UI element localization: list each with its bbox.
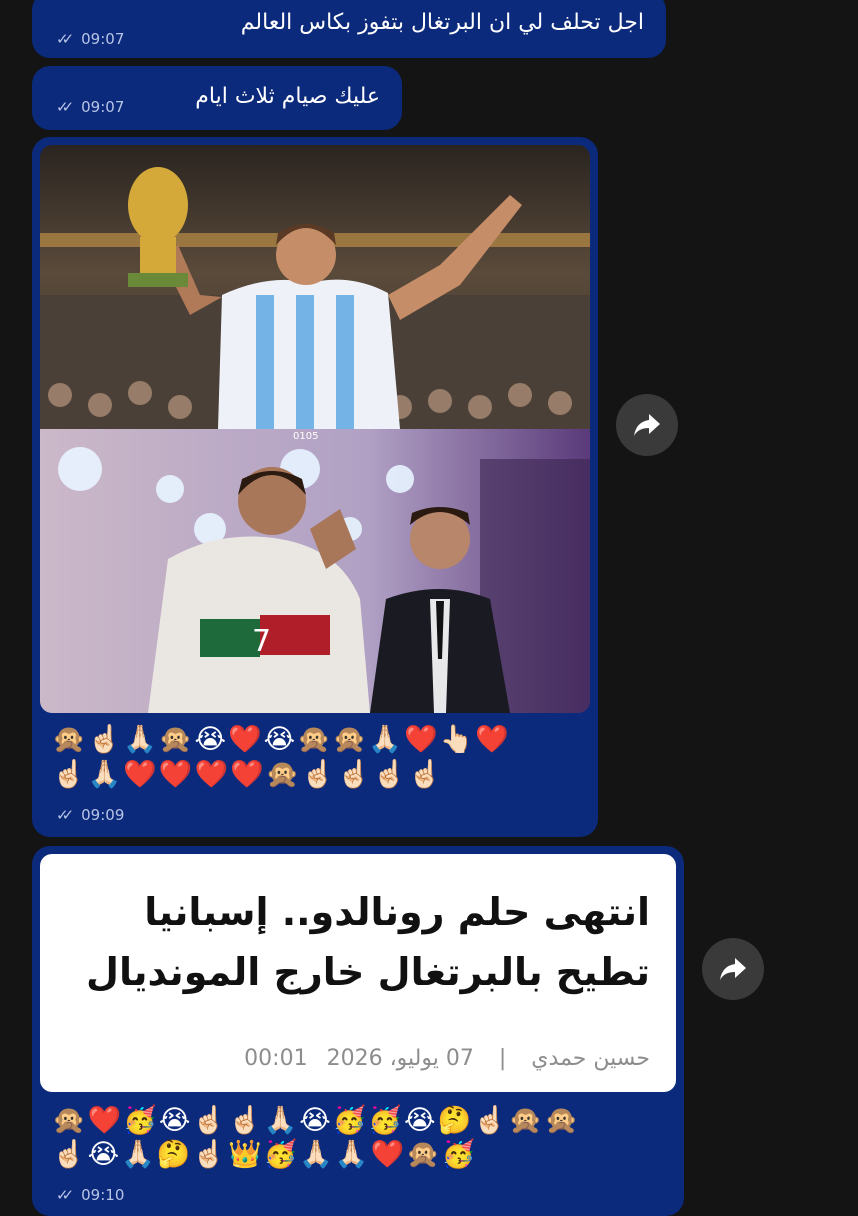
photo-trophy-celebration [40, 145, 590, 429]
jersey-number: 7 [252, 624, 271, 659]
message-photo[interactable]: 7 0105 [40, 145, 590, 713]
photo-message-bubble[interactable]: 7 0105 🙊☝🏻🙏🏻🙊😭❤️😭🙊🙊🙏🏻❤️👆🏻❤️ ☝🏻🙏🏻❤️❤️❤️❤️… [32, 137, 598, 837]
message-bubble-1[interactable]: اجل تحلف لي ان البرتغال بتفوز بكاس العال… [32, 0, 666, 58]
double-check-icon: ✓✓ [56, 806, 74, 824]
forward-arrow-icon [720, 958, 746, 980]
emoji-line: ☝🏻😭🙏🏻🤔☝🏻👑🥳🙏🏻🙏🏻❤️🙊🥳 [52, 1139, 478, 1170]
news-headline-line: تطيح بالبرتغال خارج المونديال [85, 950, 650, 994]
emoji-line: 🙊❤️🥳😭☝🏻☝🏻🙏🏻😭🥳🥳😭🤔☝🏻🙊🙊 [52, 1105, 581, 1136]
news-clock: 00:01 [244, 1046, 308, 1071]
news-separator: | [498, 1046, 507, 1071]
photo-watermark: 0105 [293, 431, 318, 442]
news-byline: حسين حمدي | 07 يوليو، 2026 00:01 [244, 1046, 650, 1071]
double-check-icon: ✓✓ [56, 98, 74, 116]
message-text: عليك صيام ثلاث ايام [195, 84, 380, 109]
emoji-line: ☝🏻🙏🏻❤️❤️❤️❤️🙊☝🏻☝🏻☝🏻☝🏻 [52, 759, 444, 790]
message-meta: ✓✓ 09:09 [56, 806, 124, 824]
forward-button[interactable] [616, 394, 678, 456]
message-time: 09:07 [81, 30, 125, 48]
emoji-line: 🙊☝🏻🙏🏻🙊😭❤️😭🙊🙊🙏🏻❤️👆🏻❤️ [52, 724, 511, 755]
news-card[interactable]: انتهى حلم رونالدو.. إسبانيا تطيح بالبرتغ… [40, 854, 676, 1092]
message-time: 09:09 [81, 806, 125, 824]
message-meta: ✓✓ 09:07 [56, 98, 124, 116]
message-time: 09:07 [81, 98, 125, 116]
message-meta: ✓✓ 09:07 [56, 30, 124, 48]
news-headline: انتهى حلم رونالدو.. إسبانيا تطيح بالبرتغ… [60, 882, 650, 1002]
double-check-icon: ✓✓ [56, 1186, 74, 1204]
message-bubble-2[interactable]: عليك صيام ثلاث ايام ✓✓ 09:07 [32, 66, 402, 130]
news-message-bubble[interactable]: انتهى حلم رونالدو.. إسبانيا تطيح بالبرتغ… [32, 846, 684, 1216]
message-text: اجل تحلف لي ان البرتغال بتفوز بكاس العال… [240, 10, 644, 35]
message-meta: ✓✓ 09:10 [56, 1186, 124, 1204]
forward-arrow-icon [634, 414, 660, 436]
news-author: حسين حمدي [531, 1046, 650, 1071]
message-time: 09:10 [81, 1186, 125, 1204]
photo-player-tunnel: 7 0105 [40, 429, 590, 713]
news-headline-line: انتهى حلم رونالدو.. إسبانيا [144, 890, 650, 934]
forward-button[interactable] [702, 938, 764, 1000]
news-date: 07 يوليو، 2026 [326, 1046, 474, 1071]
double-check-icon: ✓✓ [56, 30, 74, 48]
